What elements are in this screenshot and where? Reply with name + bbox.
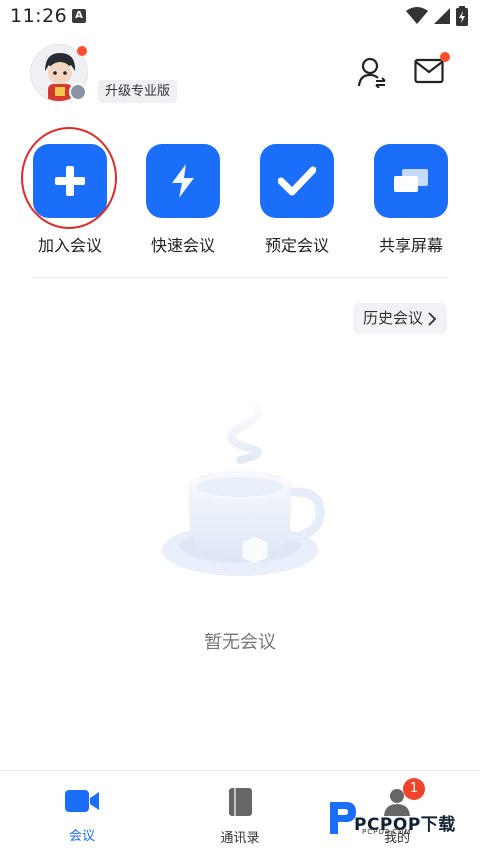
system-status-icons xyxy=(406,6,468,26)
schedule-meeting-button[interactable]: 预定会议 xyxy=(247,144,347,256)
empty-coffee-cup-icon xyxy=(162,396,325,576)
nav-label-contacts: 通讯录 xyxy=(220,831,260,846)
history-meetings-label: 历史会议 xyxy=(363,309,424,327)
contacts-switch-icon[interactable] xyxy=(357,56,387,88)
video-camera-icon xyxy=(65,790,99,812)
schedule-meeting-label: 预定会议 xyxy=(264,236,329,255)
mail-icon[interactable] xyxy=(414,58,444,84)
divider xyxy=(32,277,448,278)
history-meetings-button[interactable]: 历史会议 xyxy=(353,303,448,334)
chevron-right-icon xyxy=(428,311,437,326)
quick-meeting-label: 快速会议 xyxy=(150,236,215,255)
signal-icon xyxy=(434,8,450,24)
checkmark-icon xyxy=(278,166,316,196)
share-screen-icon xyxy=(394,169,428,192)
nav-item-contacts[interactable]: 通讯录 xyxy=(180,787,300,846)
status-time: 11:26 xyxy=(10,5,68,27)
address-book-icon xyxy=(229,788,252,816)
share-screen-button[interactable]: 共享屏幕 xyxy=(361,144,461,256)
join-meeting-label: 加入会议 xyxy=(37,236,102,255)
nav-item-meetings[interactable]: 会议 xyxy=(22,787,142,844)
highlight-circle-annotation xyxy=(21,127,117,229)
watermark-logo: PCPOP下载 PCPOP.COM xyxy=(326,800,476,840)
lightning-icon xyxy=(172,164,194,198)
quick-meeting-button[interactable]: 快速会议 xyxy=(133,144,233,256)
status-bar: 11:26 A xyxy=(0,0,480,34)
watermark-subtext: PCPOP.COM xyxy=(362,828,412,836)
empty-state-text: 暂无会议 xyxy=(204,632,276,653)
account-level-badge xyxy=(69,83,87,101)
wifi-icon xyxy=(406,7,428,24)
avatar-notification-dot xyxy=(77,46,87,56)
mail-notification-dot xyxy=(440,52,450,62)
battery-icon xyxy=(456,6,468,26)
schedule-meeting-tile[interactable] xyxy=(260,144,334,218)
share-screen-tile[interactable] xyxy=(374,144,448,218)
upgrade-pro-button[interactable]: 升级专业版 xyxy=(98,80,178,103)
notification-a-icon: A xyxy=(72,9,86,23)
notification-count-badge: 1 xyxy=(403,778,425,800)
share-screen-label: 共享屏幕 xyxy=(378,236,443,255)
nav-label-meetings: 会议 xyxy=(68,829,95,844)
quick-meeting-tile[interactable] xyxy=(146,144,220,218)
